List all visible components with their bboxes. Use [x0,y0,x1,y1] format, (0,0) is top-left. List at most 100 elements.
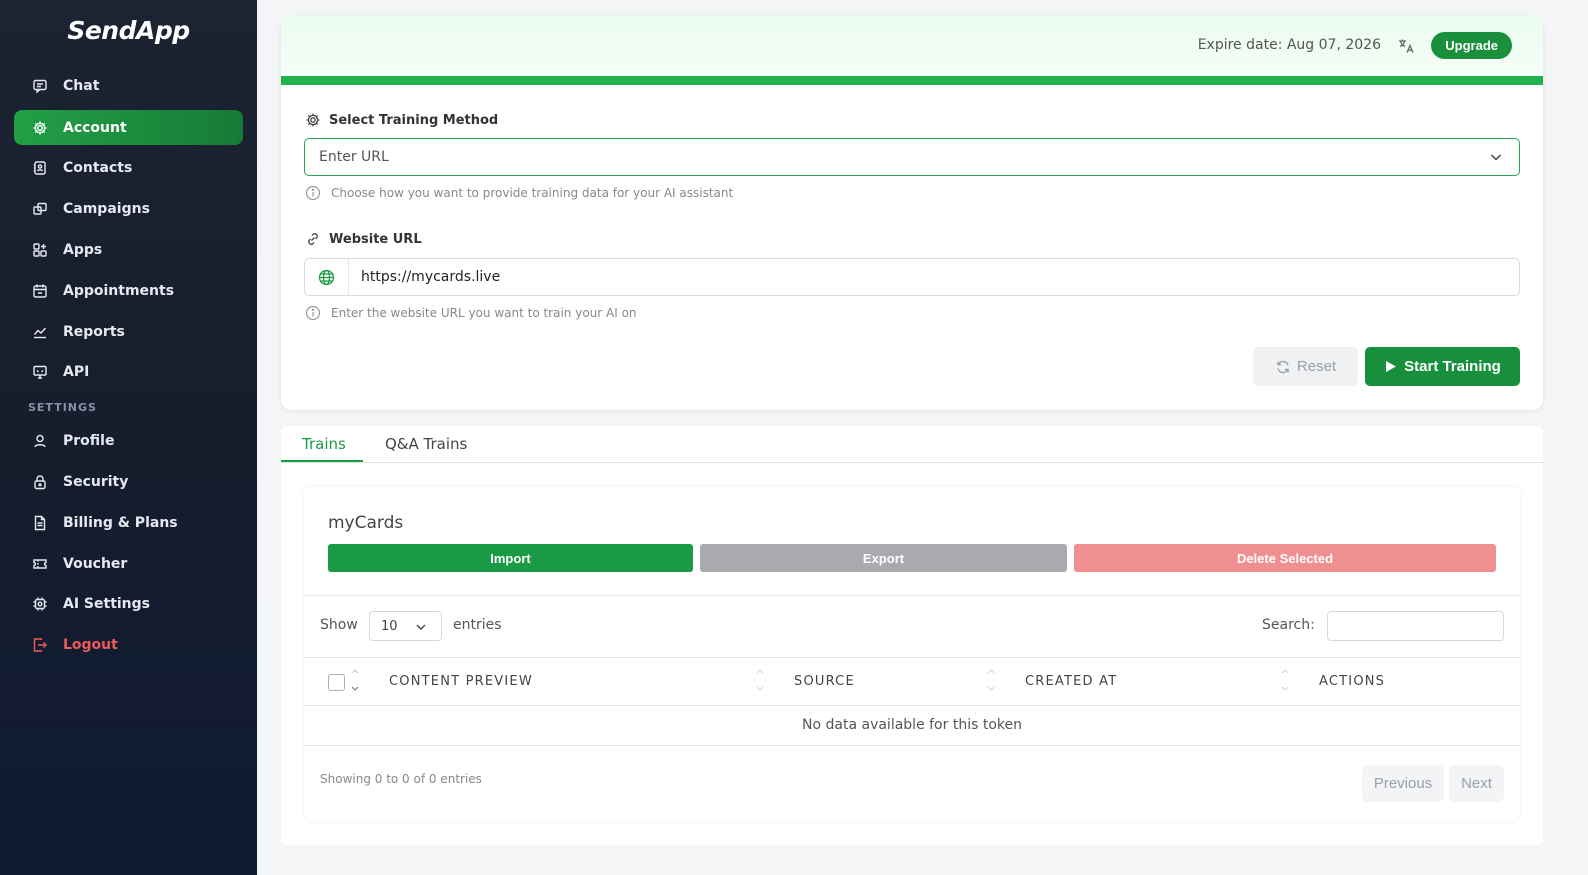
website-url-help: Enter the website URL you want to train … [305,305,637,321]
entries-label: entries [453,617,502,633]
divider [304,705,1520,706]
training-method-label-text: Select Training Method [329,112,499,128]
divider [304,595,1520,596]
chevron-down-icon [416,624,426,630]
training-method-label: Select Training Method [305,112,498,128]
sidebar-item-campaigns[interactable]: Campaigns [14,191,243,226]
sidebar-item-label: Logout [63,636,118,653]
sidebar-item-label: Profile [63,432,115,449]
chart-icon [32,324,48,340]
sidebar-item-label: Campaigns [63,200,150,217]
sidebar-item-apps[interactable]: Apps [14,232,243,267]
sidebar-item-label: AI Settings [63,595,151,612]
translate-icon[interactable] [1397,37,1415,55]
sidebar-item-label: Billing & Plans [63,514,178,531]
sidebar-item-label: Chat [63,77,100,94]
sidebar-item-label: Account [63,119,127,136]
gear-icon [32,120,48,136]
monitor-icon [32,364,48,380]
logout-icon [32,637,48,653]
sidebar-item-logout[interactable]: Logout [14,627,243,662]
app-logo[interactable]: SendApp [0,16,257,45]
show-label: Show [320,617,358,633]
user-icon [32,433,48,449]
sort-icon[interactable] [350,667,360,693]
sidebar-item-appointments[interactable]: Appointments [14,273,243,308]
training-method-value: Enter URL [319,149,389,165]
upgrade-button[interactable]: Upgrade [1431,32,1512,59]
search-label: Search: [1262,617,1315,633]
document-icon [32,515,48,531]
active-tab-indicator [281,460,363,462]
tab-trains[interactable]: Trains [302,435,346,453]
website-url-help-text: Enter the website URL you want to train … [331,306,637,320]
sidebar-item-profile[interactable]: Profile [14,423,243,458]
table-title: myCards [328,513,404,533]
sidebar-item-security[interactable]: Security [14,464,243,499]
trains-panel: Trains Q&A Trains myCards Import Export … [281,426,1543,845]
entries-per-page-select[interactable]: 10 [369,611,442,641]
website-url-input[interactable] [349,269,1449,285]
campaigns-icon [32,201,48,217]
refresh-icon [1277,360,1289,373]
sidebar-item-account[interactable]: Account [14,110,243,145]
reset-label: Reset [1296,358,1337,375]
column-created-at[interactable]: CREATED AT [1025,674,1117,689]
website-url-field[interactable] [304,258,1520,296]
sidebar-item-chat[interactable]: Chat [14,68,243,103]
tab-qa-trains[interactable]: Q&A Trains [385,435,467,453]
column-actions: ACTIONS [1319,674,1386,689]
settings-section-label: SETTINGS [28,401,97,414]
apps-icon [32,242,48,258]
sidebar-item-label: Security [63,473,129,490]
search-input[interactable] [1327,611,1504,641]
previous-page-button[interactable]: Previous [1362,765,1444,802]
training-method-select[interactable]: Enter URL [304,138,1520,176]
sidebar-item-billing[interactable]: Billing & Plans [14,505,243,540]
globe-icon [305,259,349,295]
sort-icon[interactable] [755,667,765,693]
sidebar-item-contacts[interactable]: Contacts [14,150,243,185]
empty-table-message: No data available for this token [802,717,1022,733]
sidebar-item-label: Contacts [63,159,133,176]
divider [304,745,1520,746]
sidebar-item-label: Appointments [63,282,175,299]
start-training-button[interactable]: Start Training [1365,347,1520,386]
column-source[interactable]: SOURCE [794,674,855,689]
lock-icon [32,474,48,490]
sidebar-item-label: Reports [63,323,125,340]
contacts-icon [32,160,48,176]
select-all-checkbox[interactable] [328,674,345,691]
chat-icon [32,78,48,94]
website-url-label: Website URL [305,231,422,247]
start-training-label: Start Training [1404,358,1501,375]
sidebar-item-api[interactable]: API [14,354,243,389]
ai-chip-icon [32,596,48,612]
sidebar-item-voucher[interactable]: Voucher [14,546,243,581]
training-method-help: Choose how you want to provide training … [305,185,733,201]
sidebar-item-ai-settings[interactable]: AI Settings [14,586,243,621]
reset-button[interactable]: Reset [1253,347,1358,386]
header-accent-bar [281,76,1543,85]
info-icon [305,185,321,201]
tab-bar: Trains Q&A Trains [281,426,1543,463]
link-icon [308,233,318,245]
gear-icon [306,113,320,127]
entries-per-page-value: 10 [381,618,398,634]
import-button[interactable]: Import [328,544,693,572]
sidebar-item-reports[interactable]: Reports [14,314,243,349]
sort-icon[interactable] [986,667,996,693]
sidebar-item-label: API [63,363,90,380]
export-button[interactable]: Export [700,544,1067,572]
delete-selected-button[interactable]: Delete Selected [1074,544,1496,572]
training-card: Expire date: Aug 07, 2026 Upgrade Select… [281,15,1543,410]
play-icon [1386,361,1397,372]
sort-icon[interactable] [1280,667,1290,693]
next-page-button[interactable]: Next [1449,765,1504,802]
info-icon [305,305,321,321]
expire-date: Expire date: Aug 07, 2026 [1197,37,1381,53]
column-content-preview[interactable]: CONTENT PREVIEW [389,674,533,689]
divider [304,657,1520,658]
chevron-down-icon [1490,154,1502,161]
calendar-icon [32,283,48,299]
